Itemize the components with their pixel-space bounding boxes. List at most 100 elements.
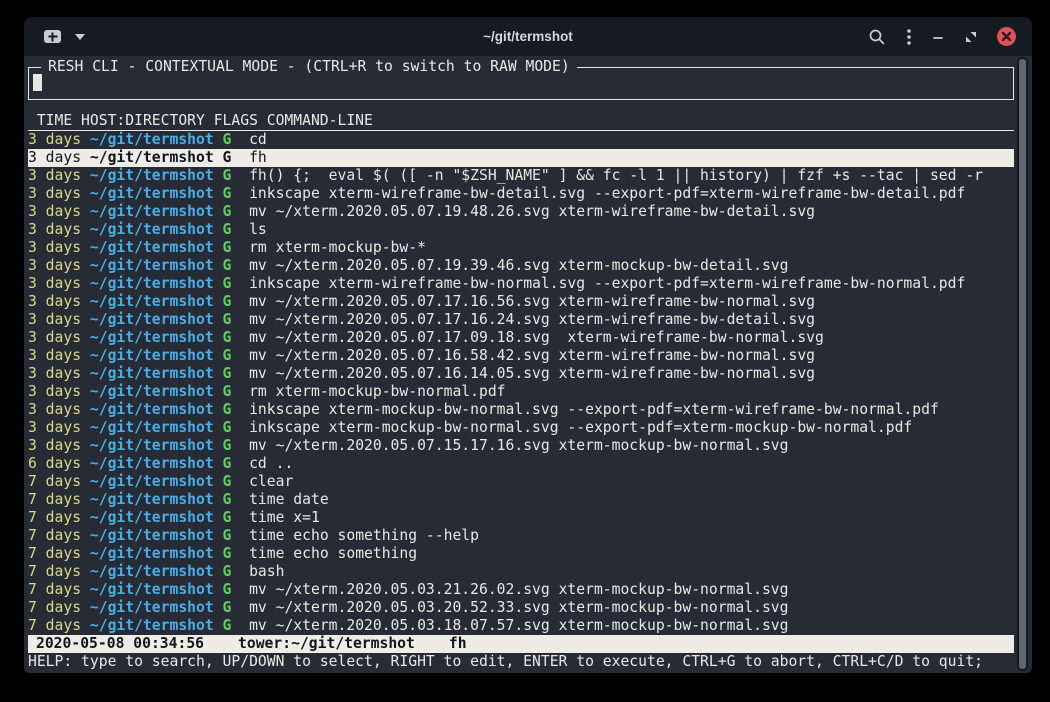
row-command: cd .. (249, 455, 293, 472)
table-row[interactable]: 3 days ~/git/termshot G inkscape xterm-w… (28, 275, 1014, 293)
row-command: mv ~/xterm.2020.05.07.16.14.05.svg xterm… (249, 365, 815, 382)
minimize-icon (932, 31, 944, 43)
row-time: 6 days (28, 455, 90, 472)
table-row[interactable]: 3 days ~/git/termshot G inkscape xterm-m… (28, 419, 1014, 437)
table-header: TIME HOST:DIRECTORY FLAGS COMMAND-LINE (28, 112, 1014, 131)
table-row[interactable]: 3 days ~/git/termshot G rm xterm-mockup-… (28, 239, 1014, 257)
row-directory: ~/git/termshot (90, 617, 214, 634)
row-directory: ~/git/termshot (90, 221, 214, 238)
row-flags: G (214, 491, 249, 508)
row-time: 3 days (28, 311, 90, 328)
row-command: mv ~/xterm.2020.05.03.20.52.33.svg xterm… (249, 599, 788, 616)
row-command: mv ~/xterm.2020.05.07.16.58.42.svg xterm… (249, 347, 815, 364)
row-time: 7 days (28, 563, 90, 580)
new-tab-button[interactable] (44, 30, 61, 43)
row-directory: ~/git/termshot (90, 599, 214, 616)
history-list: 3 days ~/git/termshot G cd3 days ~/git/t… (28, 131, 1014, 635)
row-directory: ~/git/termshot (90, 329, 214, 346)
row-time: 7 days (28, 473, 90, 490)
minimize-button[interactable] (932, 31, 944, 43)
restore-icon (964, 30, 977, 43)
table-row[interactable]: 3 days ~/git/termshot G mv ~/xterm.2020.… (28, 347, 1014, 365)
table-row[interactable]: 3 days ~/git/termshot G mv ~/xterm.2020.… (28, 365, 1014, 383)
close-button[interactable] (997, 27, 1016, 46)
row-directory: ~/git/termshot (90, 527, 214, 544)
row-time: 3 days (28, 167, 90, 184)
row-flags: G (214, 131, 249, 148)
table-row[interactable]: 3 days ~/git/termshot G ls (28, 221, 1014, 239)
row-time: 3 days (28, 203, 90, 220)
row-flags: G (214, 149, 249, 166)
table-row[interactable]: 3 days ~/git/termshot G mv ~/xterm.2020.… (28, 293, 1014, 311)
row-command: inkscape xterm-mockup-bw-normal.svg --ex… (249, 401, 939, 418)
table-row[interactable]: 3 days ~/git/termshot G mv ~/xterm.2020.… (28, 437, 1014, 455)
search-input[interactable]: RESH CLI - CONTEXTUAL MODE - (CTRL+R to … (28, 67, 1014, 100)
row-directory: ~/git/termshot (90, 203, 214, 220)
row-time: 3 days (28, 149, 90, 166)
row-directory: ~/git/termshot (90, 275, 214, 292)
row-flags: G (214, 509, 249, 526)
row-directory: ~/git/termshot (90, 239, 214, 256)
row-flags: G (214, 257, 249, 274)
row-command: cd (249, 131, 267, 148)
titlebar[interactable]: ~/git/termshot (24, 17, 1032, 56)
row-time: 7 days (28, 599, 90, 616)
row-flags: G (214, 329, 249, 346)
row-directory: ~/git/termshot (90, 365, 214, 382)
table-row[interactable]: 3 days ~/git/termshot G rm xterm-mockup-… (28, 383, 1014, 401)
table-row[interactable]: 7 days ~/git/termshot G time echo someth… (28, 545, 1014, 563)
table-row[interactable]: 7 days ~/git/termshot G time x=1 (28, 509, 1014, 527)
table-row[interactable]: 3 days ~/git/termshot G mv ~/xterm.2020.… (28, 203, 1014, 221)
row-flags: G (214, 527, 249, 544)
status-host-path: tower:~/git/termshot (238, 635, 415, 652)
resh-box-title: RESH CLI - CONTEXTUAL MODE - (CTRL+R to … (41, 58, 577, 76)
row-directory: ~/git/termshot (90, 437, 214, 454)
row-command: inkscape xterm-wireframe-bw-detail.svg -… (249, 185, 965, 202)
table-row[interactable]: 7 days ~/git/termshot G bash (28, 563, 1014, 581)
row-command: time x=1 (249, 509, 320, 526)
scrollbar-thumb[interactable] (1017, 57, 1028, 671)
row-command: rm xterm-mockup-bw-* (249, 239, 426, 256)
table-row[interactable]: 3 days ~/git/termshot G fh (28, 149, 1014, 167)
table-row[interactable]: 3 days ~/git/termshot G inkscape xterm-m… (28, 401, 1014, 419)
table-row[interactable]: 3 days ~/git/termshot G inkscape xterm-w… (28, 185, 1014, 203)
row-command: inkscape xterm-mockup-bw-normal.svg --ex… (249, 419, 912, 436)
row-directory: ~/git/termshot (90, 491, 214, 508)
restore-button[interactable] (964, 30, 977, 43)
row-flags: G (214, 581, 249, 598)
row-command: ls (249, 221, 267, 238)
row-command: mv ~/xterm.2020.05.07.19.48.26.svg xterm… (249, 203, 815, 220)
table-row[interactable]: 7 days ~/git/termshot G time date (28, 491, 1014, 509)
row-directory: ~/git/termshot (90, 347, 214, 364)
table-row[interactable]: 3 days ~/git/termshot G mv ~/xterm.2020.… (28, 311, 1014, 329)
row-command: bash (249, 563, 284, 580)
table-row[interactable]: 7 days ~/git/termshot G time echo someth… (28, 527, 1014, 545)
row-flags: G (214, 275, 249, 292)
row-command: mv ~/xterm.2020.05.07.17.16.56.svg xterm… (249, 293, 815, 310)
table-row[interactable]: 7 days ~/git/termshot G clear (28, 473, 1014, 491)
terminal-content: RESH CLI - CONTEXTUAL MODE - (CTRL+R to … (24, 56, 1032, 673)
tab-dropdown-button[interactable] (75, 34, 85, 40)
table-row[interactable]: 7 days ~/git/termshot G mv ~/xterm.2020.… (28, 617, 1014, 635)
table-row[interactable]: 3 days ~/git/termshot G mv ~/xterm.2020.… (28, 257, 1014, 275)
row-time: 7 days (28, 509, 90, 526)
row-flags: G (214, 311, 249, 328)
close-icon (1001, 31, 1012, 42)
menu-button[interactable] (906, 28, 912, 46)
row-flags: G (214, 419, 249, 436)
row-command: time date (249, 491, 329, 508)
table-row[interactable]: 3 days ~/git/termshot G cd (28, 131, 1014, 149)
table-row[interactable]: 3 days ~/git/termshot G mv ~/xterm.2020.… (28, 329, 1014, 347)
row-time: 3 days (28, 419, 90, 436)
table-row[interactable]: 3 days ~/git/termshot G fh() {; eval $( … (28, 167, 1014, 185)
table-row[interactable]: 7 days ~/git/termshot G mv ~/xterm.2020.… (28, 599, 1014, 617)
row-time: 3 days (28, 347, 90, 364)
row-directory: ~/git/termshot (90, 473, 214, 490)
status-bar: 2020-05-08 00:34:56tower:~/git/termshotf… (28, 635, 1014, 653)
row-command: fh (249, 149, 267, 166)
help-line: HELP: type to search, UP/DOWN to select,… (28, 653, 1014, 671)
search-button[interactable] (868, 28, 886, 46)
table-row[interactable]: 6 days ~/git/termshot G cd .. (28, 455, 1014, 473)
row-command: time echo something --help (249, 527, 479, 544)
table-row[interactable]: 7 days ~/git/termshot G mv ~/xterm.2020.… (28, 581, 1014, 599)
